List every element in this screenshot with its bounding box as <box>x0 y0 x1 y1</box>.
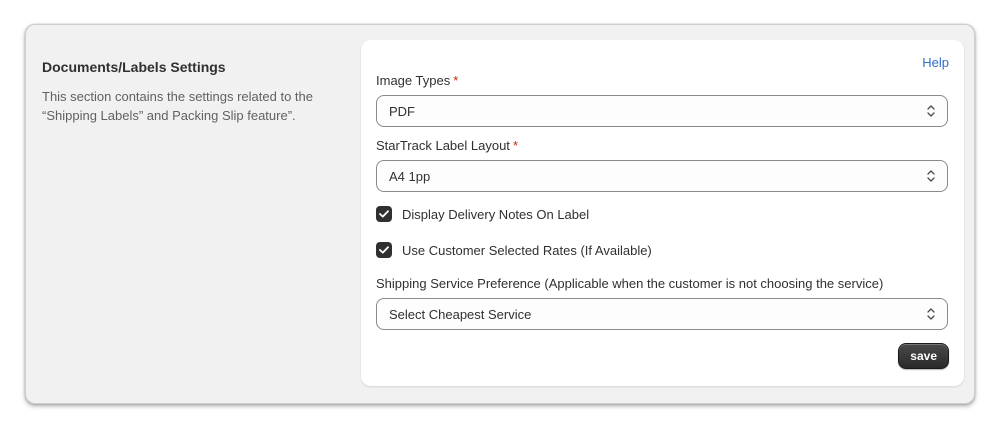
section-info: Documents/Labels Settings This section c… <box>42 59 352 125</box>
label-layout-label: StarTrack Label Layout * <box>376 138 518 154</box>
image-types-label: Image Types * <box>376 73 458 89</box>
display-delivery-notes-checkbox[interactable]: Display Delivery Notes On Label <box>376 205 589 223</box>
required-marker: * <box>512 138 518 153</box>
section-title: Documents/Labels Settings <box>42 59 226 75</box>
checkbox-label: Display Delivery Notes On Label <box>402 206 590 222</box>
save-button[interactable]: save <box>898 343 949 369</box>
section-description: This section contains the settings relat… <box>42 89 313 123</box>
settings-panel: Documents/Labels Settings This section c… <box>25 24 975 404</box>
checkbox-checked[interactable] <box>376 242 392 258</box>
select-chevrons-icon <box>927 105 935 117</box>
image-types-value: PDF <box>389 104 415 119</box>
label-layout-select[interactable]: A4 1pp <box>376 160 948 192</box>
help-link[interactable]: Help <box>922 55 949 70</box>
checkbox-checked[interactable] <box>376 206 392 222</box>
use-customer-rates-checkbox[interactable]: Use Customer Selected Rates (If Availabl… <box>376 241 652 259</box>
shipping-pref-value: Select Cheapest Service <box>389 307 532 322</box>
shipping-pref-label: Shipping Service Preference (Applicable … <box>376 276 884 291</box>
checkmark-icon <box>379 210 389 218</box>
image-types-select[interactable]: PDF <box>376 95 948 127</box>
image-types-label-text: Image Types <box>376 73 451 88</box>
select-chevrons-icon <box>927 170 935 182</box>
checkmark-icon <box>379 246 389 254</box>
checkbox-label: Use Customer Selected Rates (If Availabl… <box>402 242 652 258</box>
select-chevrons-icon <box>927 308 935 320</box>
settings-card: Help Image Types * PDF StarTrack Label La… <box>361 40 964 386</box>
required-marker: * <box>453 73 459 88</box>
label-layout-value: A4 1pp <box>389 169 431 184</box>
label-layout-label-text: StarTrack Label Layout <box>376 138 510 153</box>
shipping-pref-select[interactable]: Select Cheapest Service <box>376 298 948 330</box>
